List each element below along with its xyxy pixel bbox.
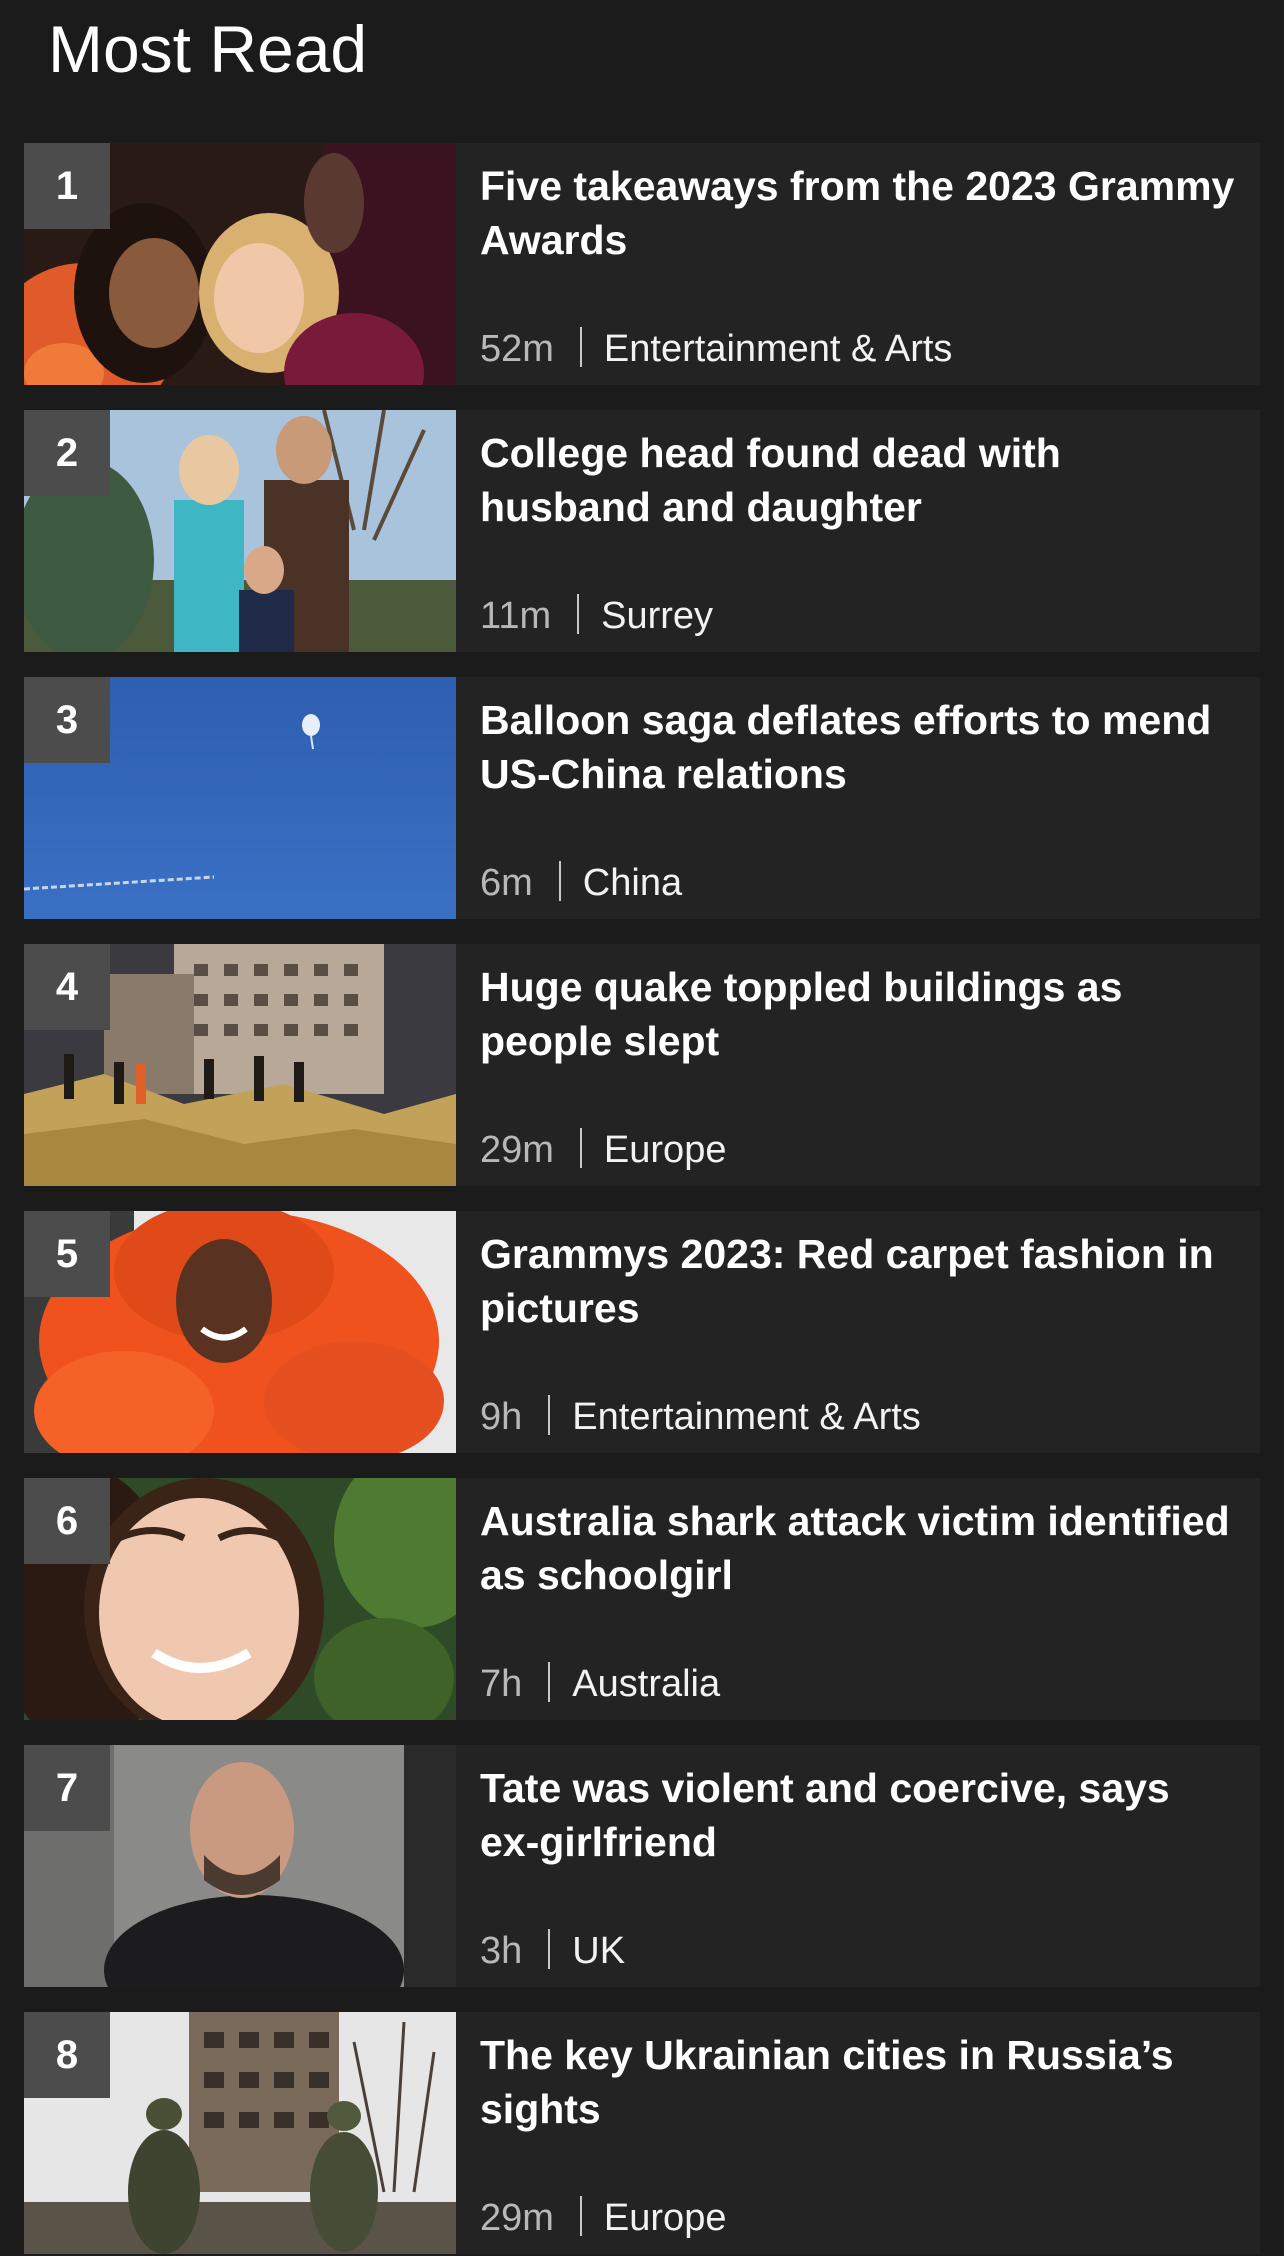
article-category[interactable]: Europe [604, 1129, 727, 1171]
list-item[interactable]: 4 Huge quake toppled buildings as people… [24, 944, 1260, 1186]
article-text: The key Ukrainian cities in Russia’s sig… [480, 2028, 1236, 2254]
rank-badge: 7 [24, 1745, 110, 1831]
article-category[interactable]: China [583, 862, 682, 904]
list-item[interactable]: 6 Australia shark attack victim identifi… [24, 1478, 1260, 1720]
article-headline[interactable]: Grammys 2023: Red carpet fashion in pict… [480, 1227, 1236, 1335]
article-time: 6m [480, 862, 533, 904]
rank-badge: 1 [24, 143, 110, 229]
list-item[interactable]: 5 Grammys 2023: Red carpet fashion in pi… [24, 1211, 1260, 1453]
rank-badge: 2 [24, 410, 110, 496]
article-headline[interactable]: Tate was violent and coercive, says ex-g… [480, 1761, 1236, 1869]
article-category[interactable]: Entertainment & Arts [572, 1396, 921, 1438]
list-item[interactable]: 8 The key Ukrainian cities in Russia’s s… [24, 2012, 1260, 2254]
article-headline[interactable]: Five takeaways from the 2023 Grammy Awar… [480, 159, 1236, 267]
article-category[interactable]: Surrey [601, 595, 713, 637]
article-headline[interactable]: Australia shark attack victim identified… [480, 1494, 1236, 1602]
rank-badge: 8 [24, 2012, 110, 2098]
article-meta: 52m Entertainment & Arts [480, 323, 952, 375]
article-text: Australia shark attack victim identified… [480, 1494, 1236, 1720]
article-text: Five takeaways from the 2023 Grammy Awar… [480, 159, 1236, 385]
article-time: 52m [480, 328, 554, 370]
article-text: Grammys 2023: Red carpet fashion in pict… [480, 1227, 1236, 1453]
article-time: 29m [480, 1129, 554, 1171]
section-title: Most Read [48, 12, 368, 86]
rank-badge: 4 [24, 944, 110, 1030]
article-time: 9h [480, 1396, 523, 1438]
article-text: College head found dead with husband and… [480, 426, 1236, 652]
article-text: Tate was violent and coercive, says ex-g… [480, 1761, 1236, 1987]
article-meta: 7h Australia [480, 1658, 720, 1710]
meta-separator [548, 1662, 551, 1702]
article-category[interactable]: Europe [604, 2197, 727, 2239]
list-item[interactable]: 3 Balloon saga deflates efforts to mend … [24, 677, 1260, 919]
article-time: 7h [480, 1663, 523, 1705]
meta-separator [579, 327, 582, 367]
article-meta: 3h UK [480, 1925, 625, 1977]
meta-separator [558, 861, 561, 901]
article-meta: 29m Europe [480, 1124, 726, 1176]
article-meta: 6m China [480, 857, 682, 909]
article-headline[interactable]: Huge quake toppled buildings as people s… [480, 960, 1236, 1068]
rank-badge: 6 [24, 1478, 110, 1564]
meta-separator [548, 1929, 551, 1969]
list-item[interactable]: 2 College head found dead with husband a… [24, 410, 1260, 652]
article-time: 11m [480, 595, 552, 637]
rank-badge: 5 [24, 1211, 110, 1297]
rank-badge: 3 [24, 677, 110, 763]
article-category[interactable]: Entertainment & Arts [604, 328, 953, 370]
meta-separator [579, 2196, 582, 2236]
list-item[interactable]: 1 Five takeaways from the 2023 Grammy Aw… [24, 143, 1260, 385]
meta-separator [577, 594, 580, 634]
article-text: Balloon saga deflates efforts to mend US… [480, 693, 1236, 919]
article-headline[interactable]: The key Ukrainian cities in Russia’s sig… [480, 2028, 1236, 2136]
article-meta: 9h Entertainment & Arts [480, 1391, 921, 1443]
article-category[interactable]: UK [572, 1930, 625, 1972]
article-time: 3h [480, 1930, 523, 1972]
most-read-page: Most Read 1 Five takeaways from the 2023… [0, 0, 1284, 2256]
article-time: 29m [480, 2197, 554, 2239]
article-headline[interactable]: Balloon saga deflates efforts to mend US… [480, 693, 1236, 801]
article-meta: 11m Surrey [480, 590, 713, 642]
meta-separator [548, 1395, 551, 1435]
article-text: Huge quake toppled buildings as people s… [480, 960, 1236, 1186]
list-item[interactable]: 7 Tate was violent and coercive, says ex… [24, 1745, 1260, 1987]
article-headline[interactable]: College head found dead with husband and… [480, 426, 1236, 534]
meta-separator [579, 1128, 582, 1168]
article-meta: 29m Europe [480, 2192, 726, 2244]
article-category[interactable]: Australia [572, 1663, 720, 1705]
